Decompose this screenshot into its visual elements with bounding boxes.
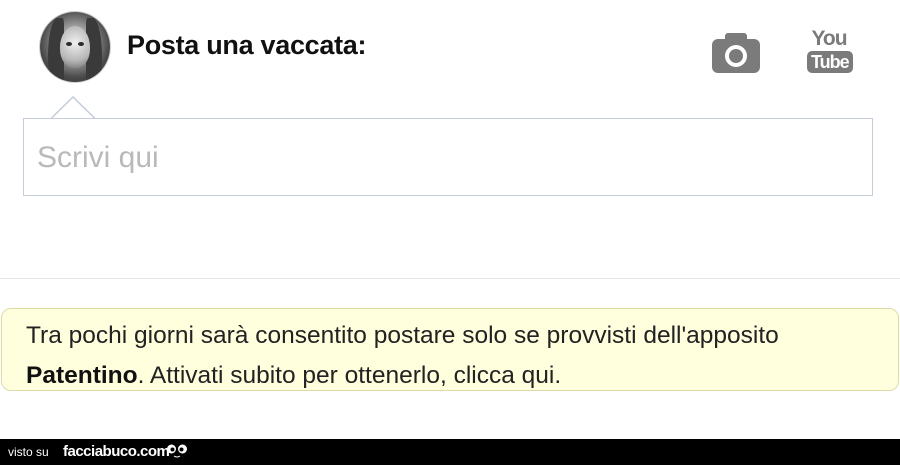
avatar-face bbox=[60, 26, 90, 68]
youtube-icon[interactable]: You Tube bbox=[807, 27, 853, 79]
youtube-tube-text: Tube bbox=[807, 51, 853, 73]
avatar[interactable] bbox=[40, 12, 110, 82]
avatar-eye-left bbox=[66, 42, 72, 46]
footer-brand: facciabuco.com bbox=[63, 443, 170, 460]
watermark-footer: visto su facciabuco.com bbox=[0, 439, 900, 465]
page-title: Posta una vaccata: bbox=[127, 30, 367, 60]
notice-text-before: Tra pochi giorni sarà consentito postare… bbox=[26, 322, 779, 349]
camera-icon[interactable] bbox=[710, 29, 762, 75]
input-caret-pointer bbox=[49, 95, 97, 121]
patentino-notice[interactable]: Tra pochi giorni sarà consentito postare… bbox=[1, 308, 899, 391]
notice-text-after: . Attivati subito per ottenerlo, clicca … bbox=[137, 362, 562, 389]
notice-bold-patentino: Patentino bbox=[26, 362, 138, 389]
post-input[interactable]: Scrivi qui bbox=[23, 118, 873, 196]
divider bbox=[0, 278, 900, 279]
post-input-placeholder: Scrivi qui bbox=[37, 141, 159, 174]
youtube-you-text: You bbox=[811, 27, 847, 50]
eyes-logo-icon bbox=[166, 443, 188, 459]
avatar-eye-right bbox=[78, 42, 84, 46]
footer-prefix: visto su bbox=[8, 445, 49, 459]
